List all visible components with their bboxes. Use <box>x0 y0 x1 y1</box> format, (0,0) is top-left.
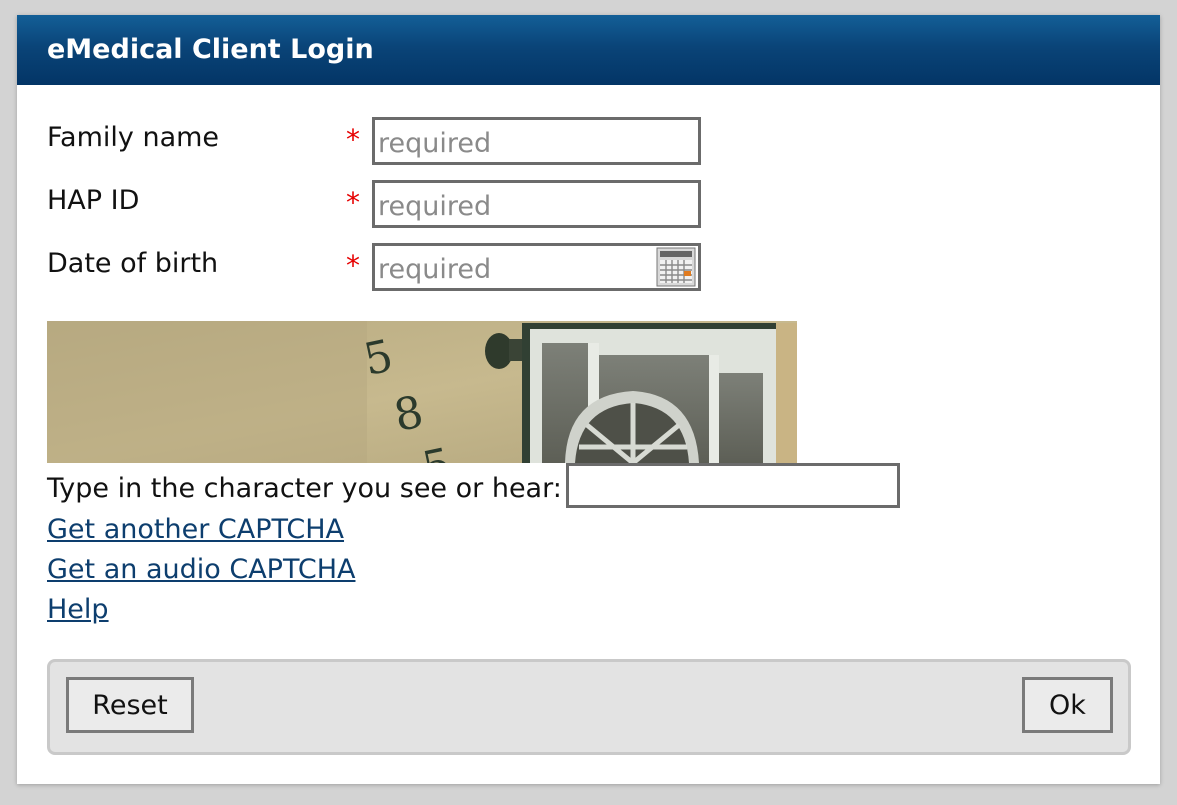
login-dialog: eMedical Client Login Family name * HAP … <box>17 15 1160 784</box>
ok-button[interactable]: Ok <box>1022 677 1113 733</box>
captcha-prompt: Type in the character you see or hear: <box>47 473 562 504</box>
calendar-icon[interactable] <box>656 247 696 287</box>
hap-id-input[interactable] <box>372 180 701 228</box>
family-name-input[interactable] <box>372 117 701 165</box>
hap-id-label: HAP ID <box>47 185 140 216</box>
captcha-image: 5 8 5 <box>47 321 797 463</box>
reset-button[interactable]: Reset <box>66 677 194 733</box>
help-link[interactable]: Help <box>47 594 109 626</box>
date-of-birth-input[interactable] <box>372 243 701 291</box>
family-name-required-marker: * <box>346 123 360 156</box>
title-bar: eMedical Client Login <box>17 15 1160 85</box>
date-of-birth-required-marker: * <box>346 249 360 282</box>
hap-id-required-marker: * <box>346 186 360 219</box>
dialog-title: eMedical Client Login <box>47 34 374 65</box>
button-bar: Reset Ok <box>47 659 1131 755</box>
captcha-input[interactable] <box>566 463 900 508</box>
family-name-label: Family name <box>47 122 220 153</box>
date-of-birth-label: Date of birth <box>47 248 219 279</box>
get-another-captcha-link[interactable]: Get another CAPTCHA <box>47 514 344 546</box>
get-audio-captcha-link[interactable]: Get an audio CAPTCHA <box>47 554 355 586</box>
